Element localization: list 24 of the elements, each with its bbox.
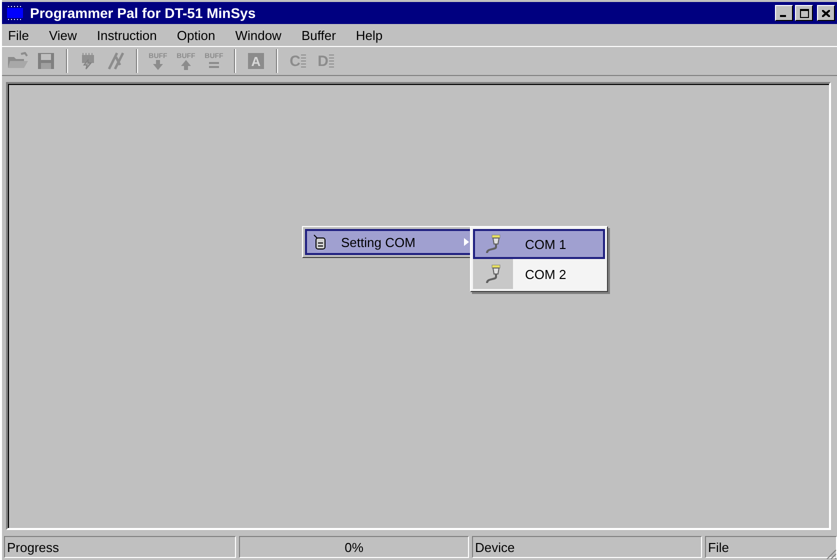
- mouse-icon: [313, 234, 327, 250]
- chip-icon: [6, 5, 24, 21]
- serial-plug-icon: [483, 264, 503, 284]
- menu-item[interactable]: COM 1: [473, 229, 605, 259]
- menu-item[interactable]: View: [44, 28, 85, 42]
- close-icon: [822, 10, 830, 16]
- menu-item[interactable]: Buffer: [297, 28, 344, 42]
- close-button[interactable]: [817, 5, 835, 21]
- status-pane: Progress: [4, 536, 236, 558]
- menu-item[interactable]: COM 2: [473, 259, 605, 289]
- maximize-icon: [800, 8, 808, 18]
- serial-plug-icon: [483, 234, 503, 254]
- resize-grip-icon[interactable]: [825, 548, 837, 560]
- menu-item[interactable]: Window: [231, 28, 290, 42]
- status-pane: Device: [472, 536, 702, 558]
- menu-item[interactable]: Instruction: [92, 28, 165, 42]
- menu-item[interactable]: Help: [352, 28, 391, 42]
- menu-item[interactable]: File: [4, 28, 37, 42]
- window-title: Programmer Pal for DT-51 MinSys: [30, 5, 257, 21]
- maximize-button[interactable]: [795, 5, 813, 21]
- status-pane: 0%: [239, 536, 469, 558]
- minimize-button[interactable]: [775, 5, 793, 21]
- status-pane: File: [705, 536, 837, 558]
- menu-item[interactable]: Option: [172, 28, 224, 42]
